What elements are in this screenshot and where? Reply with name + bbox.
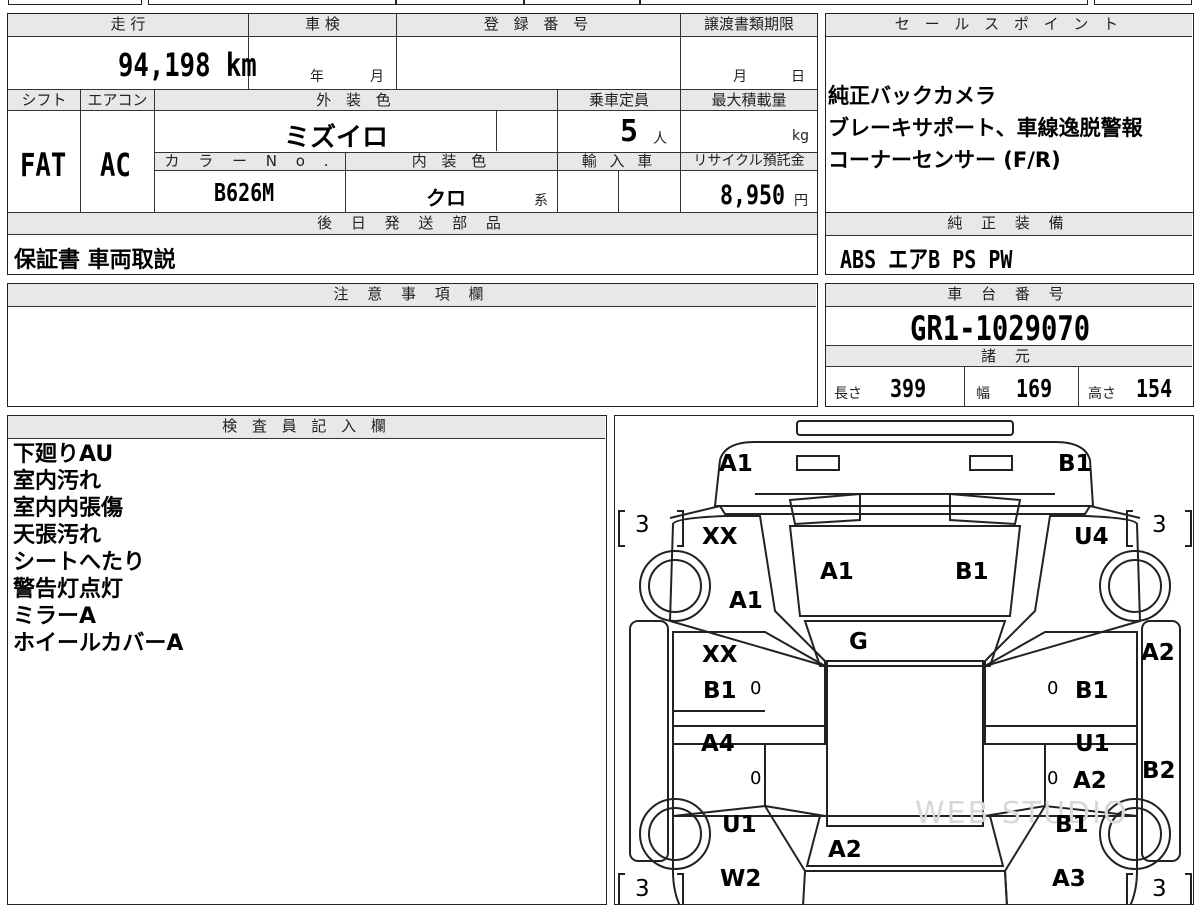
ac-label: エアコン xyxy=(87,91,148,109)
length-label: 長さ xyxy=(834,386,862,402)
inspection-year: 年 xyxy=(310,69,324,85)
interior-color-label: 内 装 色 xyxy=(411,152,492,170)
interior-color-value: クロ xyxy=(426,186,466,210)
inspector-note: 天張汚れ xyxy=(13,523,102,548)
ac-value: AC xyxy=(100,146,131,184)
mark-front-bumper-left: A1 xyxy=(719,451,753,477)
mark-tire-rl: 3 xyxy=(635,876,650,902)
mark-door-fl-top: XX xyxy=(702,642,738,668)
mark-hood-right: B1 xyxy=(955,559,989,585)
mileage-label: 走 行 xyxy=(110,15,146,33)
mark-door-fr-zero: 0 xyxy=(1047,678,1059,699)
mark-tire-rr: 3 xyxy=(1152,876,1167,902)
sales-points-label: セ ー ル ス ポ イ ン ト xyxy=(894,15,1124,33)
mark-tire-fr: 3 xyxy=(1152,512,1167,538)
mark-fender-fr: U4 xyxy=(1074,524,1109,550)
inspector-note: 警告灯点灯 xyxy=(13,577,124,602)
recycle-fee-value: 8,950 xyxy=(720,180,786,211)
recycle-fee-label: リサイクル預託金 xyxy=(693,153,805,169)
sales-point-line: コーナーセンサー (F/R) xyxy=(828,148,1061,172)
mark-quarter-rl-bottom: W2 xyxy=(720,866,762,892)
later-parts-label: 後 日 発 送 部 品 xyxy=(317,214,508,232)
mark-quarter-rl: U1 xyxy=(722,812,757,838)
equipment-value: ABS エアB PS PW xyxy=(840,245,1013,274)
equipment-label: 純 正 装 備 xyxy=(947,214,1071,232)
chassis-number-value: GR1-1029070 xyxy=(910,309,1091,349)
mark-pillar-right-top: A2 xyxy=(1141,640,1175,666)
color-no-value: B626M xyxy=(214,178,275,207)
chassis-number-label: 車 台 番 号 xyxy=(947,285,1071,303)
width-value: 169 xyxy=(1016,374,1053,403)
import-label: 輸 入 車 xyxy=(581,152,657,170)
equipment-box: 純 正 装 備 ABS エアB PS PW xyxy=(825,212,1194,275)
height-label: 高さ xyxy=(1088,386,1116,402)
registration-number-label: 登 録 番 号 xyxy=(483,15,594,33)
inspector-notes-label: 検 査 員 記 入 欄 xyxy=(222,417,391,435)
transfer-month: 月 xyxy=(733,69,747,85)
mark-fender-fl-top: XX xyxy=(702,524,738,550)
inspector-note: ミラーA xyxy=(13,604,97,629)
sales-points-box: セ ー ル ス ポ イ ン ト 純正バックカメラ ブレーキサポート、車線逸脱警報… xyxy=(825,13,1194,213)
remarks-box: 注 意 事 項 欄 xyxy=(7,283,818,407)
remarks-label: 注 意 事 項 欄 xyxy=(333,285,491,303)
car-diagram-box: WEB STUDIO A1 B1 3 3 3 3 XX A1 U4 A1 B1 … xyxy=(614,415,1194,905)
mark-quarter-rr: B1 xyxy=(1055,812,1089,838)
capacity-label: 乗車定員 xyxy=(588,91,649,109)
mark-door-rr-top: U1 xyxy=(1075,731,1110,757)
inspector-note: ホイールカバーA xyxy=(13,631,184,656)
mark-tire-fl: 3 xyxy=(635,512,650,538)
inspector-note: 室内内張傷 xyxy=(13,496,124,521)
capacity-value: 5 xyxy=(620,114,639,149)
shift-label: シフト xyxy=(21,91,67,109)
inspector-note: シートへたり xyxy=(13,550,146,575)
max-load-label: 最大積載量 xyxy=(711,91,787,109)
width-label: 幅 xyxy=(976,386,990,402)
mark-quarter-rr-bottom: A3 xyxy=(1052,866,1086,892)
exterior-color-label: 外 装 色 xyxy=(316,91,396,109)
inspector-note: 室内汚れ xyxy=(13,469,102,494)
vehicle-info-box: 走 行 車 検 登 録 番 号 譲渡書類期限 94,198 km 年 月 月 日… xyxy=(7,13,818,275)
exterior-color-value: ミズイロ xyxy=(284,123,389,153)
mark-windshield: G xyxy=(849,629,868,655)
mark-hood-left: A1 xyxy=(820,559,854,585)
mark-door-fl-zero: 0 xyxy=(750,678,762,699)
max-load-unit: kg xyxy=(792,128,809,144)
transfer-day: 日 xyxy=(791,69,805,85)
inspection-month: 月 xyxy=(370,69,384,85)
capacity-unit: 人 xyxy=(653,131,667,147)
top-strip xyxy=(0,0,1200,6)
later-parts-value: 保証書 車両取説 xyxy=(14,248,176,273)
chassis-box: 車 台 番 号 GR1-1029070 諸 元 長さ 399 幅 169 高さ … xyxy=(825,283,1194,407)
mark-door-fr: B1 xyxy=(1075,678,1109,704)
mark-door-rl: A4 xyxy=(701,731,735,757)
shift-value: FAT xyxy=(20,146,67,184)
mark-fender-fl-bottom: A1 xyxy=(729,588,763,614)
inspector-notes-box: 検 査 員 記 入 欄 下廻りAU 室内汚れ 室内内張傷 天張汚れ シートへたり… xyxy=(7,415,607,905)
mark-door-rr-zero: 0 xyxy=(1047,768,1059,789)
mark-door-rr-bottom: A2 xyxy=(1073,768,1107,794)
transfer-deadline-label: 譲渡書類期限 xyxy=(703,15,794,33)
mileage-unit: km xyxy=(225,46,257,84)
inspector-note: 下廻りAU xyxy=(13,442,114,467)
mark-door-rl-zero: 0 xyxy=(750,768,762,789)
specs-label: 諸 元 xyxy=(981,347,1037,365)
watermark: WEB STUDIO xyxy=(915,796,1129,831)
mark-front-bumper-right: B1 xyxy=(1058,451,1092,477)
interior-color-suffix: 系 xyxy=(534,193,548,209)
mark-pillar-right-bottom: B2 xyxy=(1142,758,1176,784)
mark-roof-rear: A2 xyxy=(828,837,862,863)
sales-point-line: 純正バックカメラ xyxy=(828,84,996,108)
length-value: 399 xyxy=(890,374,927,403)
mark-door-fl-bottom: B1 xyxy=(703,678,737,704)
inspection-label: 車 検 xyxy=(305,15,340,33)
height-value: 154 xyxy=(1136,374,1173,403)
mileage-value: 94,198 xyxy=(118,46,211,84)
recycle-fee-unit: 円 xyxy=(794,193,808,209)
color-no-label: カ ラ ー N o . xyxy=(164,152,336,170)
sales-point-line: ブレーキサポート、車線逸脱警報 xyxy=(828,116,1143,140)
